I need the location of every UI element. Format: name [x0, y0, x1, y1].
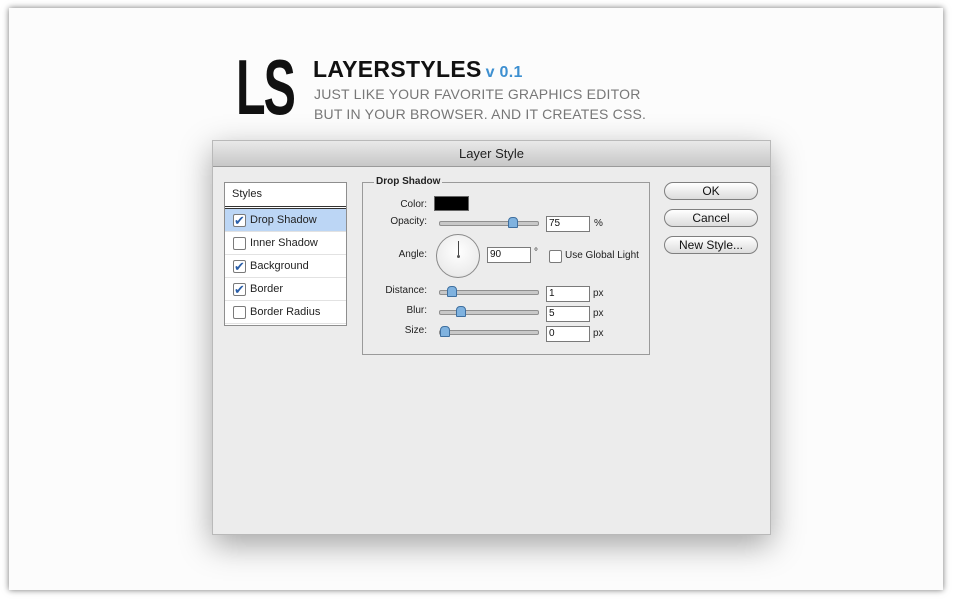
- drop-shadow-checkbox[interactable]: [233, 210, 246, 232]
- style-item-label: Background: [250, 260, 309, 272]
- style-item-border-radius[interactable]: Border Radius: [225, 301, 346, 324]
- app-title: LAYERSTYLES v 0.1: [313, 56, 523, 83]
- distance-unit: px: [593, 288, 604, 299]
- border-checkbox[interactable]: [233, 279, 246, 301]
- blur-input[interactable]: 5: [546, 306, 590, 322]
- styles-header: Styles: [225, 183, 346, 209]
- distance-input[interactable]: 1: [546, 286, 590, 302]
- style-item-label: Border Radius: [250, 306, 321, 318]
- opacity-unit: %: [594, 218, 603, 229]
- border-radius-checkbox[interactable]: [233, 306, 246, 319]
- opacity-label: Opacity:: [390, 216, 427, 227]
- style-item-label: Drop Shadow: [250, 214, 317, 226]
- inner-shadow-checkbox[interactable]: [233, 237, 246, 250]
- distance-slider-thumb[interactable]: [447, 286, 457, 297]
- size-label: Size:: [404, 325, 427, 336]
- background-checkbox[interactable]: [233, 256, 246, 278]
- style-item-label: Inner Shadow: [250, 237, 318, 249]
- dialog-titlebar[interactable]: Layer Style: [213, 141, 770, 167]
- use-global-light-label: Use Global Light: [565, 250, 639, 261]
- size-slider[interactable]: [439, 326, 539, 337]
- style-item-inner-shadow[interactable]: Inner Shadow: [225, 232, 346, 255]
- tagline-line-2: BUT IN YOUR BROWSER. AND IT CREATES CSS.: [314, 106, 647, 122]
- opacity-input[interactable]: 75: [546, 216, 590, 232]
- version-label: v 0.1: [485, 64, 523, 81]
- distance-label: Distance:: [385, 285, 427, 296]
- blur-unit: px: [593, 308, 604, 319]
- angle-input[interactable]: 90: [487, 247, 531, 263]
- blur-label: Blur:: [406, 305, 427, 316]
- angle-dial-needle: [458, 241, 459, 255]
- angle-label: Angle:: [398, 249, 427, 260]
- size-input[interactable]: 0: [546, 326, 590, 342]
- styles-list: Styles Drop Shadow Inner Shadow Backgrou…: [224, 182, 347, 326]
- style-item-drop-shadow[interactable]: Drop Shadow: [225, 209, 346, 232]
- drop-shadow-group-title: Drop Shadow: [374, 176, 443, 187]
- angle-unit: °: [534, 247, 538, 258]
- angle-dial-center: [457, 255, 460, 258]
- style-item-background[interactable]: Background: [225, 255, 346, 278]
- new-style-button[interactable]: New Style...: [664, 236, 758, 254]
- shadow-color-swatch[interactable]: [434, 196, 469, 211]
- style-item-label: Border: [250, 283, 284, 295]
- color-label: Color:: [400, 199, 427, 210]
- distance-slider[interactable]: [439, 286, 539, 297]
- ok-button[interactable]: OK: [664, 182, 758, 200]
- use-global-light-checkbox[interactable]: [549, 250, 562, 263]
- style-item-border[interactable]: Border: [225, 278, 346, 301]
- blur-slider-thumb[interactable]: [456, 306, 466, 317]
- ls-logo: LS: [236, 43, 296, 131]
- blur-slider[interactable]: [439, 306, 539, 317]
- size-slider-thumb[interactable]: [440, 326, 450, 337]
- app-name: LAYERSTYLES: [313, 56, 482, 82]
- opacity-slider-thumb[interactable]: [508, 217, 518, 228]
- size-unit: px: [593, 328, 604, 339]
- angle-dial[interactable]: [436, 234, 480, 278]
- tagline-line-1: JUST LIKE YOUR FAVORITE GRAPHICS EDITOR: [314, 86, 641, 102]
- layer-style-dialog: Layer Style Styles Drop Shadow Inner Sha…: [212, 140, 771, 535]
- cancel-button[interactable]: Cancel: [664, 209, 758, 227]
- opacity-slider[interactable]: [439, 217, 539, 228]
